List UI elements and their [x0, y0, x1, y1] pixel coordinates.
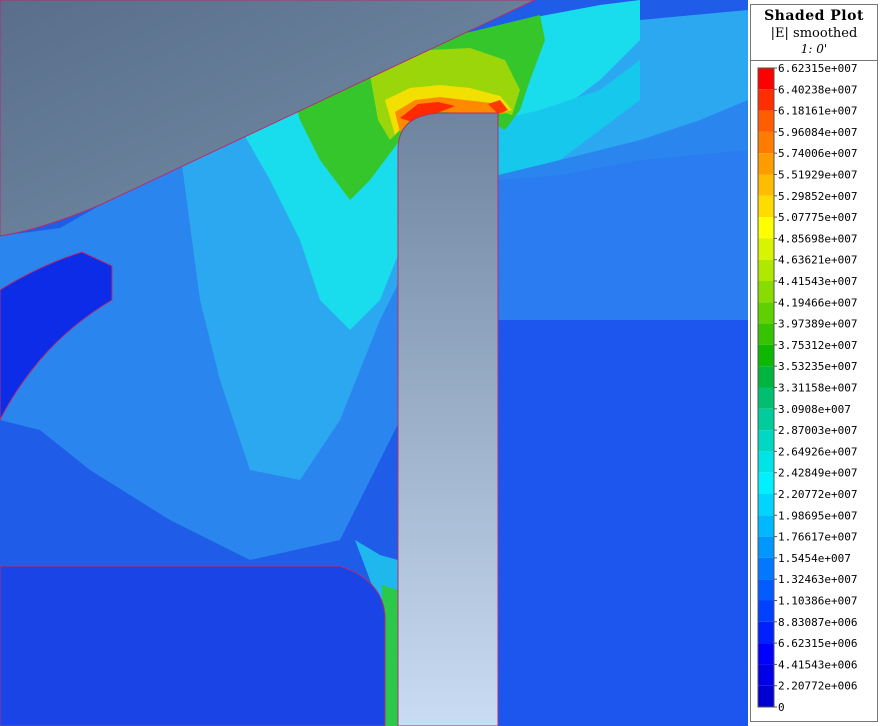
- legend-swatch: [758, 472, 774, 494]
- legend-swatch: [758, 579, 774, 601]
- legend-label: 2.64926e+007: [778, 445, 857, 458]
- legend-label: 6.62315e+006: [778, 637, 857, 650]
- legend-label: 3.75312e+007: [778, 339, 857, 352]
- legend-panel: Shaded Plot |E| smoothed 1: 0' 6.62315e+…: [750, 4, 878, 722]
- legend-label: 1.5454e+007: [778, 552, 851, 565]
- conductor-bar: [397, 112, 499, 726]
- legend-label: 3.53235e+007: [778, 360, 857, 373]
- legend-swatch: [758, 323, 774, 345]
- legend-swatch: [758, 89, 774, 111]
- color-scale: 6.62315e+007 6.40238e+007 6.18161e+007 5.96…: [757, 62, 857, 714]
- legend-label: 0: [778, 701, 785, 714]
- legend-label: 5.74006e+007: [778, 147, 857, 160]
- legend-label: 1.32463e+007: [778, 573, 857, 586]
- legend-swatch: [758, 344, 774, 367]
- legend-swatch: [758, 387, 774, 409]
- legend-swatch: [758, 430, 774, 452]
- legend-label: 2.42849e+007: [778, 467, 857, 480]
- legend-label: 2.20772e+006: [778, 680, 857, 693]
- legend-label: 3.97389e+007: [778, 318, 857, 331]
- legend-swatch: [758, 557, 774, 580]
- legend-label: 4.41543e+007: [778, 275, 857, 288]
- legend-swatch: [758, 366, 774, 388]
- legend-label: 3.0908e+007: [778, 403, 851, 416]
- legend-label: 5.07775e+007: [778, 211, 857, 224]
- legend-swatch: [758, 68, 774, 90]
- legend-label: 4.85698e+007: [778, 232, 857, 245]
- legend-label: 8.83087e+006: [778, 616, 857, 629]
- field-region-right-low: [498, 320, 748, 726]
- legend-label: 3.31158e+007: [778, 382, 857, 395]
- legend-swatch: [758, 685, 774, 707]
- legend-swatch: [758, 302, 774, 324]
- legend-swatch: [758, 110, 774, 132]
- legend-label: 5.96084e+007: [778, 126, 857, 139]
- legend-swatch: [758, 131, 774, 154]
- legend-swatch: [758, 153, 774, 175]
- electrode-lower-block: [0, 565, 386, 726]
- legend-label: 5.29852e+007: [778, 190, 857, 203]
- legend-swatch: [758, 536, 774, 558]
- legend-swatch: [758, 515, 774, 537]
- legend-label: 4.63621e+007: [778, 254, 857, 267]
- legend-swatch: [758, 643, 774, 665]
- legend-swatch: [758, 238, 774, 260]
- legend-swatch: [758, 621, 774, 644]
- legend-label: 1.10386e+007: [778, 595, 857, 608]
- legend-swatch: [758, 494, 774, 516]
- legend-label: 1.98695e+007: [778, 509, 857, 522]
- plot-viewport[interactable]: [0, 0, 748, 726]
- legend-label: 4.41543e+006: [778, 658, 857, 671]
- legend-swatch: [758, 451, 774, 473]
- legend-swatch: [758, 600, 774, 622]
- legend-label: 2.87003e+007: [778, 424, 857, 437]
- legend-swatch: [758, 281, 774, 303]
- legend-label: 4.19466e+007: [778, 296, 857, 309]
- legend-swatch: [758, 408, 774, 431]
- legend-label: 6.18161e+007: [778, 105, 857, 118]
- legend-label: 1.76617e+007: [778, 531, 857, 544]
- legend-label: 6.62315e+007: [778, 62, 857, 75]
- legend-swatch: [758, 174, 774, 196]
- field-plot: [0, 0, 748, 726]
- legend-label: 5.51929e+007: [778, 169, 857, 182]
- legend-swatch: [758, 259, 774, 281]
- legend-label: 2.20772e+007: [778, 488, 857, 501]
- legend-swatch: [758, 664, 774, 686]
- legend-swatch: [758, 195, 774, 218]
- legend-label: 6.40238e+007: [778, 83, 857, 96]
- legend-swatch: [758, 217, 774, 239]
